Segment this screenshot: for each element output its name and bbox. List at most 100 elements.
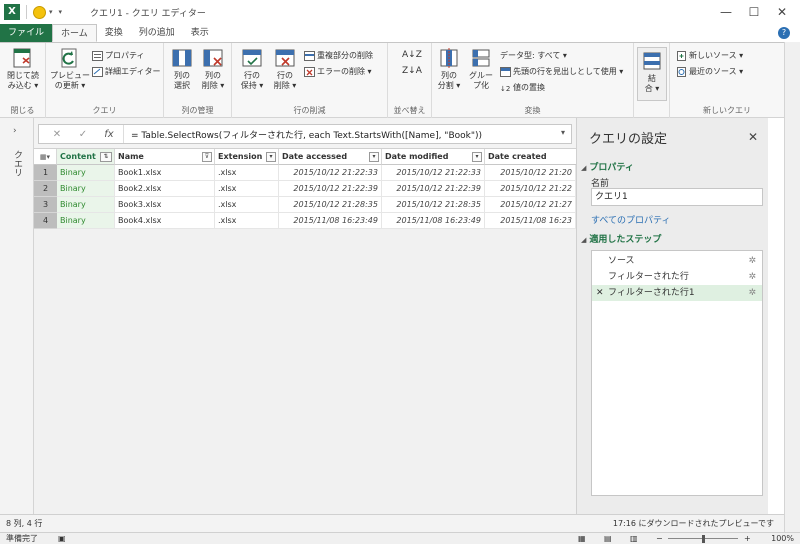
refresh-preview-button[interactable]: プレビュー の更新 ▾	[50, 47, 90, 91]
applied-steps-header[interactable]: ◢ 適用したステップ	[581, 232, 661, 245]
dropdown-arrow-icon[interactable]: ▾	[49, 8, 53, 16]
page-layout-icon[interactable]: ▤	[604, 533, 612, 544]
table-cell[interactable]: 2015/10/12 21:20	[485, 165, 576, 181]
column-header-date-modified[interactable]: Date modified ▾	[382, 149, 485, 165]
zoom-level[interactable]: 100%	[771, 533, 794, 544]
recent-sources-button[interactable]: 最近のソース ▾	[676, 65, 743, 78]
zoom-in-button[interactable]: +	[744, 533, 751, 544]
table-cell[interactable]: .xlsx	[215, 197, 279, 213]
close-pane-icon[interactable]: ✕	[748, 130, 758, 144]
gear-icon[interactable]: ✲	[748, 269, 756, 285]
tab-file[interactable]: ファイル	[0, 24, 53, 42]
row-number[interactable]: 2	[34, 181, 57, 197]
group-by-button[interactable]: グルー プ化	[466, 47, 496, 91]
step-item-selected[interactable]: ✕ フィルターされた行1 ✲	[592, 285, 762, 301]
step-item[interactable]: フィルターされた行 ✲	[592, 269, 762, 285]
tab-view[interactable]: 表示	[183, 24, 217, 42]
split-column-button[interactable]: 列の 分割 ▾	[434, 47, 464, 91]
table-cell[interactable]: Book3.xlsx	[115, 197, 215, 213]
zoom-slider-handle[interactable]	[702, 535, 705, 543]
close-load-button[interactable]: 閉じて読 み込む ▾	[5, 47, 41, 91]
column-header-date-created[interactable]: Date created	[485, 149, 576, 165]
gear-icon[interactable]: ✲	[748, 285, 756, 301]
page-break-icon[interactable]: ▥	[630, 533, 638, 544]
feedback-smiley-icon[interactable]	[33, 5, 46, 19]
row-number[interactable]: 1	[34, 165, 57, 181]
commit-formula-icon[interactable]: ✓	[75, 128, 91, 142]
delete-step-icon[interactable]: ✕	[596, 285, 604, 301]
quick-access-customize-icon[interactable]: ▾	[59, 8, 63, 16]
filter-dropdown-icon[interactable]: ▾	[472, 152, 482, 162]
tab-home[interactable]: ホーム	[52, 24, 97, 42]
remove-duplicates-button[interactable]: 重複部分の削除	[304, 49, 373, 62]
table-cell[interactable]: 2015/10/12 21:22:39	[279, 181, 382, 197]
column-header-content[interactable]: Content ⇅	[57, 149, 115, 165]
filter-dropdown-icon[interactable]: ▾	[266, 152, 276, 162]
table-cell[interactable]: 2015/10/12 21:28:35	[382, 197, 485, 213]
choose-columns-button[interactable]: 列の 選択	[167, 47, 197, 91]
properties-button[interactable]: プロパティ	[92, 49, 145, 62]
help-icon[interactable]: ?	[778, 27, 790, 39]
row-number[interactable]: 3	[34, 197, 57, 213]
filter-dropdown-icon[interactable]: ▾	[369, 152, 379, 162]
table-menu-icon[interactable]: ▦▾	[34, 149, 57, 165]
replace-values-button[interactable]: ↓2 値の置換	[500, 81, 545, 94]
table-cell[interactable]: .xlsx	[215, 213, 279, 229]
data-type-dropdown[interactable]: データ型: すべて ▾	[500, 49, 567, 62]
new-source-button[interactable]: 新しいソース ▾	[676, 49, 743, 62]
table-cell[interactable]: 2015/11/08 16:23	[485, 213, 576, 229]
maximize-button[interactable]: ☐	[740, 0, 768, 24]
tab-transform[interactable]: 変換	[97, 24, 131, 42]
table-cell[interactable]: Book1.xlsx	[115, 165, 215, 181]
table-cell[interactable]: 2015/11/08 16:23:49	[279, 213, 382, 229]
fx-icon[interactable]: fx	[101, 128, 117, 142]
table-cell[interactable]: Book2.xlsx	[115, 181, 215, 197]
combine-button[interactable]: 結 合 ▾	[637, 47, 667, 101]
sort-descending-button[interactable]: Z↓A	[402, 65, 422, 78]
remove-errors-button[interactable]: エラーの削除 ▾	[304, 65, 372, 78]
expand-formula-icon[interactable]: ▾	[561, 128, 565, 137]
table-cell[interactable]: Book4.xlsx	[115, 213, 215, 229]
table-cell[interactable]: 2015/10/12 21:28:35	[279, 197, 382, 213]
table-cell[interactable]: .xlsx	[215, 165, 279, 181]
binary-link[interactable]: Binary	[57, 197, 115, 213]
column-header-extension[interactable]: Extension ▾	[215, 149, 279, 165]
minimize-button[interactable]: —	[712, 0, 740, 24]
all-properties-link[interactable]: すべてのプロパティ	[591, 213, 670, 226]
close-window-button[interactable]: ✕	[768, 0, 796, 24]
table-cell[interactable]: 2015/10/12 21:27	[485, 197, 576, 213]
table-cell[interactable]: 2015/10/12 21:22:33	[382, 165, 485, 181]
table-cell[interactable]: .xlsx	[215, 181, 279, 197]
table-cell[interactable]: 2015/10/12 21:22:39	[382, 181, 485, 197]
cancel-formula-icon[interactable]: ✕	[49, 128, 65, 142]
remove-columns-button[interactable]: 列の 削除 ▾	[198, 47, 228, 91]
zoom-out-button[interactable]: −	[656, 533, 663, 544]
expand-column-icon[interactable]: ⇅	[100, 152, 112, 162]
sort-ascending-button[interactable]: A↓Z	[402, 49, 422, 62]
binary-link[interactable]: Binary	[57, 165, 115, 181]
table-cell[interactable]: 2015/11/08 16:23:49	[382, 213, 485, 229]
query-name-input[interactable]: クエリ1	[591, 188, 763, 206]
column-header-name[interactable]: Name ⊽	[115, 149, 215, 165]
normal-view-icon[interactable]: ▦	[578, 533, 586, 544]
table-cell[interactable]: 2015/10/12 21:22:33	[279, 165, 382, 181]
ribbon-group-close: 閉じて読 み込む ▾ 閉じる	[0, 43, 46, 119]
macro-record-icon[interactable]: ▣	[58, 533, 66, 544]
row-number[interactable]: 4	[34, 213, 57, 229]
properties-section-header[interactable]: ◢ プロパティ	[581, 160, 634, 173]
formula-input[interactable]: = Table.SelectRows(フィルターされた行, each Text.…	[131, 128, 482, 141]
column-header-date-accessed[interactable]: Date accessed ▾	[279, 149, 382, 165]
use-first-row-button[interactable]: 先頭の行を見出しとして使用 ▾	[500, 65, 623, 78]
queries-pane-collapsed[interactable]: › クエリ	[0, 118, 34, 514]
tab-add-column[interactable]: 列の追加	[131, 24, 183, 42]
advanced-editor-button[interactable]: 詳細エディター	[92, 65, 160, 78]
gear-icon[interactable]: ✲	[748, 253, 756, 269]
binary-link[interactable]: Binary	[57, 181, 115, 197]
table-cell[interactable]: 2015/10/12 21:22	[485, 181, 576, 197]
remove-rows-button[interactable]: 行の 削除 ▾	[270, 47, 300, 91]
expand-queries-icon[interactable]: ›	[13, 126, 17, 136]
step-item[interactable]: ソース ✲	[592, 253, 762, 269]
binary-link[interactable]: Binary	[57, 213, 115, 229]
keep-rows-button[interactable]: 行の 保持 ▾	[237, 47, 267, 91]
filter-applied-icon[interactable]: ⊽	[202, 152, 212, 162]
